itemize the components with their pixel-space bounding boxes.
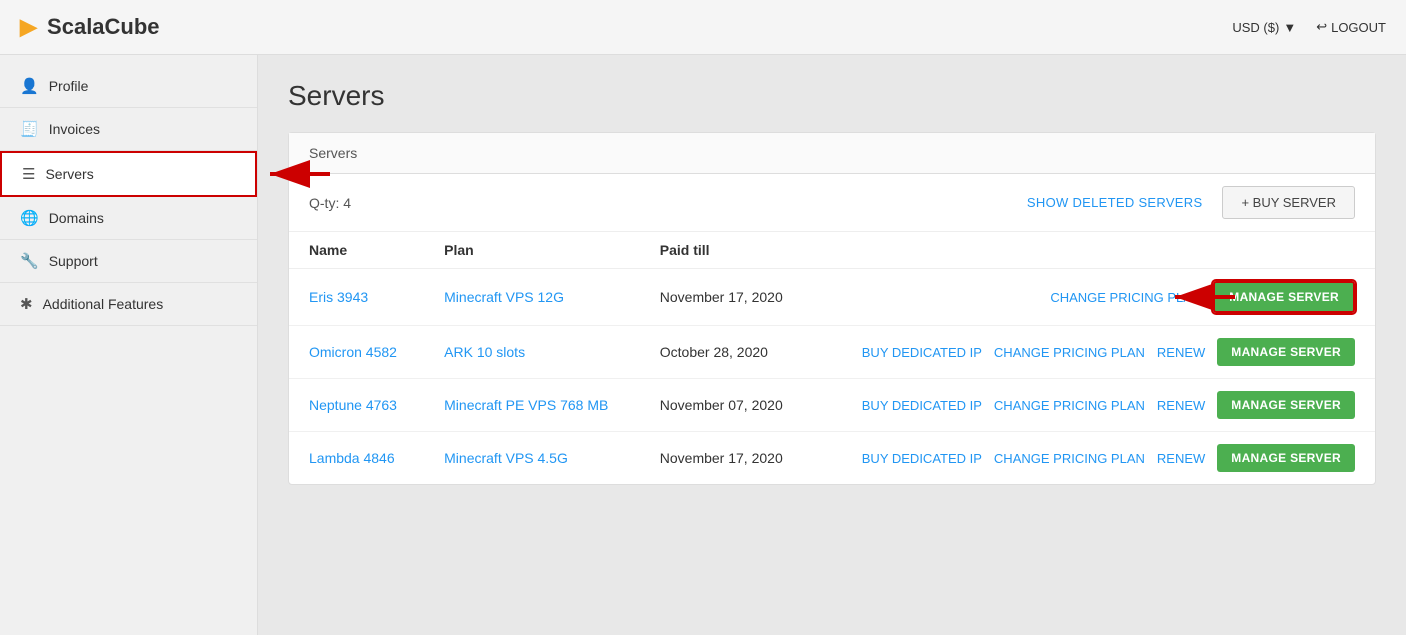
servers-table: Name Plan Paid till Eris 3943 Minecraft V…: [289, 232, 1375, 484]
logo-cube: Cube: [105, 14, 160, 39]
support-icon: 🔧: [20, 252, 39, 270]
table-row: Omicron 4582 ARK 10 slots October 28, 2020…: [289, 326, 1375, 379]
server-name-link[interactable]: Omicron 4582: [309, 344, 397, 360]
sidebar-item-domains[interactable]: 🌐 Domains: [0, 197, 257, 240]
sidebar-item-invoices[interactable]: 🧾 Invoices: [0, 108, 257, 151]
logo: ▶ ScalaCube: [20, 14, 160, 40]
server-name: Lambda 4846: [289, 432, 424, 485]
renew-button[interactable]: RENEW: [1157, 345, 1205, 360]
show-deleted-servers-button[interactable]: SHOW DELETED SERVERS: [1027, 195, 1203, 210]
sidebar-item-label: Domains: [49, 210, 104, 226]
change-pricing-plan-button[interactable]: CHANGE PRICING PLAN: [994, 398, 1145, 413]
servers-toolbar: Q-ty: 4 SHOW DELETED SERVERS + BUY SERVE…: [289, 174, 1375, 232]
sidebar-item-additional-features[interactable]: ✱ Additional Features: [0, 283, 257, 326]
server-name-link[interactable]: Neptune 4763: [309, 397, 397, 413]
sidebar-item-support[interactable]: 🔧 Support: [0, 240, 257, 283]
col-paid-till: Paid till: [640, 232, 812, 269]
sidebar: 👤 Profile 🧾 Invoices ☰ Servers 🌐 Domain: [0, 55, 258, 635]
table-row: Lambda 4846 Minecraft VPS 4.5G November 17…: [289, 432, 1375, 485]
servers-card: Servers Q-ty: 4 SHOW DELETED SERVERS + B…: [288, 132, 1376, 485]
server-plan-link[interactable]: Minecraft VPS 4.5G: [444, 450, 568, 466]
server-actions: BUY DEDICATED IP CHANGE PRICING PLAN RENEW…: [812, 379, 1375, 432]
logo-scala: Scala: [47, 14, 105, 39]
renew-button[interactable]: RENEW: [1157, 451, 1205, 466]
server-plan: Minecraft VPS 4.5G: [424, 432, 640, 485]
server-plan-link[interactable]: ARK 10 slots: [444, 344, 525, 360]
server-paid-till: November 07, 2020: [640, 379, 812, 432]
currency-label: USD ($): [1232, 20, 1279, 35]
sidebar-arrow-annotation: [260, 154, 335, 194]
server-plan: ARK 10 slots: [424, 326, 640, 379]
manage-server-wrapper: MANAGE SERVER: [1217, 444, 1355, 472]
sidebar-item-servers[interactable]: ☰ Servers: [0, 151, 257, 197]
domains-icon: 🌐: [20, 209, 39, 227]
server-actions: CHANGE PRICING PLANMANAGE SERVER: [812, 269, 1375, 326]
change-pricing-plan-button[interactable]: CHANGE PRICING PLAN: [994, 345, 1145, 360]
logout-icon: ↩: [1316, 19, 1327, 35]
servers-icon: ☰: [22, 165, 35, 183]
table-row: Eris 3943 Minecraft VPS 12G November 17, 2…: [289, 269, 1375, 326]
layout: 👤 Profile 🧾 Invoices ☰ Servers 🌐 Domain: [0, 55, 1406, 635]
buy-dedicated-ip-button[interactable]: BUY DEDICATED IP: [862, 398, 982, 413]
manage-server-button[interactable]: MANAGE SERVER: [1217, 391, 1355, 419]
additional-features-icon: ✱: [20, 295, 33, 313]
change-pricing-plan-button[interactable]: CHANGE PRICING PLAN: [994, 451, 1145, 466]
server-actions: BUY DEDICATED IP CHANGE PRICING PLAN RENEW…: [812, 432, 1375, 485]
header-right: USD ($) ▼ ↩ LOGOUT: [1232, 19, 1386, 35]
action-cell: CHANGE PRICING PLANMANAGE SERVER: [832, 281, 1355, 313]
manage-server-wrapper: MANAGE SERVER: [1217, 391, 1355, 419]
main-content: Servers Servers Q-ty: 4 SHOW DELETED SER…: [258, 55, 1406, 635]
logout-button[interactable]: ↩ LOGOUT: [1316, 19, 1386, 35]
server-plan-link[interactable]: Minecraft PE VPS 768 MB: [444, 397, 608, 413]
manage-server-wrapper: MANAGE SERVER: [1213, 281, 1355, 313]
col-name: Name: [289, 232, 424, 269]
sidebar-item-label: Profile: [49, 78, 89, 94]
action-cell: BUY DEDICATED IP CHANGE PRICING PLAN RENEW…: [832, 444, 1355, 472]
server-paid-till: November 17, 2020: [640, 269, 812, 326]
server-plan-link[interactable]: Minecraft VPS 12G: [444, 289, 564, 305]
manage-server-button[interactable]: MANAGE SERVER: [1217, 444, 1355, 472]
server-name-link[interactable]: Eris 3943: [309, 289, 368, 305]
sidebar-item-label: Servers: [45, 166, 93, 182]
quantity-label: Q-ty: 4: [309, 195, 1007, 211]
card-header: Servers: [289, 133, 1375, 174]
chevron-down-icon: ▼: [1283, 20, 1296, 35]
action-cell: BUY DEDICATED IP CHANGE PRICING PLAN RENEW…: [832, 391, 1355, 419]
header: ▶ ScalaCube USD ($) ▼ ↩ LOGOUT: [0, 0, 1406, 55]
manage-server-wrapper: MANAGE SERVER: [1217, 338, 1355, 366]
server-actions: BUY DEDICATED IP CHANGE PRICING PLAN RENEW…: [812, 326, 1375, 379]
server-plan: Minecraft PE VPS 768 MB: [424, 379, 640, 432]
server-name: Neptune 4763: [289, 379, 424, 432]
server-name: Eris 3943: [289, 269, 424, 326]
server-plan: Minecraft VPS 12G: [424, 269, 640, 326]
buy-dedicated-ip-button[interactable]: BUY DEDICATED IP: [862, 451, 982, 466]
sidebar-item-label: Invoices: [49, 121, 100, 137]
col-plan: Plan: [424, 232, 640, 269]
invoices-icon: 🧾: [20, 120, 39, 138]
action-cell: BUY DEDICATED IP CHANGE PRICING PLAN RENEW…: [832, 338, 1355, 366]
currency-selector[interactable]: USD ($) ▼: [1232, 20, 1296, 35]
sidebar-item-label: Additional Features: [43, 296, 164, 312]
manage-arrow-annotation: [1165, 277, 1240, 317]
buy-dedicated-ip-button[interactable]: BUY DEDICATED IP: [862, 345, 982, 360]
renew-button[interactable]: RENEW: [1157, 398, 1205, 413]
logo-icon: ▶: [20, 14, 37, 39]
table-row: Neptune 4763 Minecraft PE VPS 768 MB Novem…: [289, 379, 1375, 432]
manage-server-button[interactable]: MANAGE SERVER: [1217, 338, 1355, 366]
sidebar-item-profile[interactable]: 👤 Profile: [0, 65, 257, 108]
profile-icon: 👤: [20, 77, 39, 95]
server-paid-till: October 28, 2020: [640, 326, 812, 379]
buy-server-button[interactable]: + BUY SERVER: [1222, 186, 1355, 219]
server-paid-till: November 17, 2020: [640, 432, 812, 485]
logout-label: LOGOUT: [1331, 20, 1386, 35]
sidebar-item-label: Support: [49, 253, 98, 269]
col-actions: [812, 232, 1375, 269]
page-title: Servers: [288, 80, 1376, 112]
server-name: Omicron 4582: [289, 326, 424, 379]
server-name-link[interactable]: Lambda 4846: [309, 450, 395, 466]
